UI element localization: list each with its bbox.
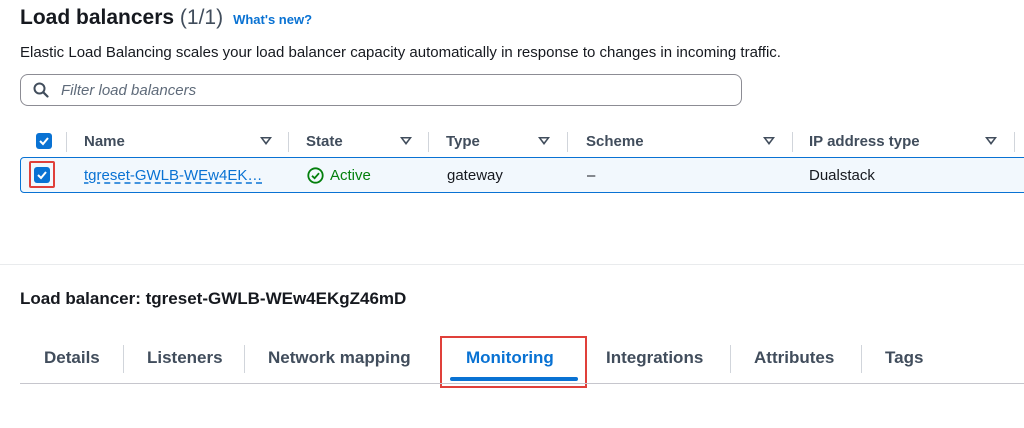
column-header-type[interactable]: Type — [446, 124, 550, 158]
caret-down-icon[interactable] — [763, 136, 775, 146]
column-header-ip-address-type[interactable]: IP address type — [809, 124, 997, 158]
caret-down-icon[interactable] — [400, 136, 412, 146]
state-text: Active — [330, 166, 371, 184]
filter-input[interactable] — [59, 80, 703, 100]
row-select-checkbox-box[interactable] — [34, 166, 50, 183]
checkmark-icon — [39, 137, 49, 146]
tab-monitoring[interactable]: Monitoring — [466, 335, 554, 381]
column-header-scheme[interactable]: Scheme — [586, 124, 775, 158]
name-cell: tgreset-GWLB-WEw4EK… — [84, 158, 262, 192]
detail-panel-title: Load balancer: tgreset-GWLB-WEw4EKgZ46mD — [20, 289, 407, 308]
active-tab-indicator — [450, 377, 578, 381]
tab-network-mapping[interactable]: Network mapping — [268, 335, 411, 381]
tab-integrations[interactable]: Integrations — [606, 335, 703, 381]
detail-tabs: Details Listeners Network mapping Monito… — [20, 335, 1024, 388]
column-header-label: State — [306, 132, 343, 150]
table-header: Name State Type Scheme IP address type — [20, 124, 1024, 158]
state-cell: Active — [307, 158, 371, 192]
whats-new-link[interactable]: What's new? — [233, 12, 312, 27]
section-divider — [0, 264, 1024, 265]
load-balancer-name-link[interactable]: tgreset-GWLB-WEw4EK… — [84, 167, 262, 184]
selection-count: (1/1) — [179, 6, 224, 29]
scheme-cell: – — [587, 166, 596, 184]
caret-down-icon[interactable] — [985, 136, 997, 146]
caret-down-icon[interactable] — [538, 136, 550, 146]
page-description: Elastic Load Balancing scales your load … — [20, 44, 781, 61]
tab-attributes[interactable]: Attributes — [754, 335, 834, 381]
page-title-text: Load balancers — [20, 6, 175, 29]
filter-box[interactable] — [20, 74, 742, 106]
row-select-checkbox[interactable] — [29, 161, 55, 188]
column-header-label: Scheme — [586, 132, 644, 150]
check-circle-icon — [307, 166, 324, 184]
tabs-underline — [20, 383, 1024, 384]
checkmark-icon — [37, 170, 47, 179]
tab-details[interactable]: Details — [44, 335, 100, 381]
column-header-state[interactable]: State — [306, 124, 412, 158]
tab-listeners[interactable]: Listeners — [147, 335, 223, 381]
select-all-checkbox-box[interactable] — [36, 133, 52, 149]
column-header-label: Name — [84, 132, 125, 150]
column-header-label: Type — [446, 132, 480, 150]
select-all-checkbox[interactable] — [36, 124, 52, 158]
page-header: Load balancers (1/1) What's new? — [20, 6, 312, 36]
page-title: Load balancers (1/1) — [20, 6, 223, 30]
table-row[interactable]: tgreset-GWLB-WEw4EK… Active gateway – Du… — [20, 157, 1024, 193]
search-icon — [33, 82, 49, 98]
column-header-label: IP address type — [809, 132, 920, 150]
ip-address-type-cell: Dualstack — [809, 166, 875, 184]
tab-tags[interactable]: Tags — [885, 335, 923, 381]
type-cell: gateway — [447, 166, 503, 184]
caret-down-icon[interactable] — [260, 136, 272, 146]
column-header-name[interactable]: Name — [84, 124, 272, 158]
